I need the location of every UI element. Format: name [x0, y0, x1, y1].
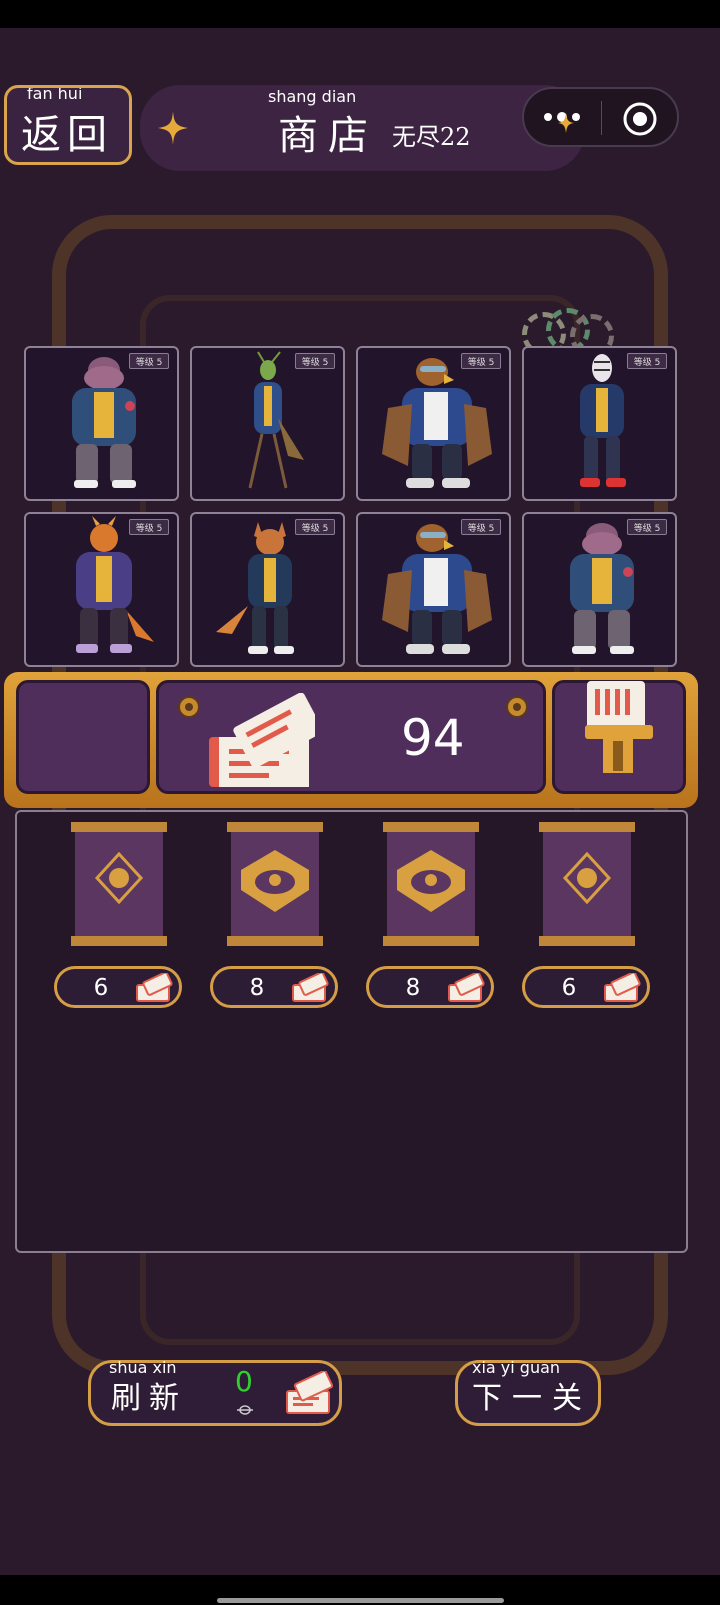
card-pack-icon — [383, 822, 479, 946]
endless-level-label: 无尽22 — [392, 123, 471, 151]
dragon-character-icon — [76, 516, 154, 653]
collection-grid: 等级 5 等级 5 等级 5 等级 5 等级 5 等级 5 等级 5 等级 5 — [24, 346, 684, 668]
shop-panel: 6 8 8 6 — [15, 810, 688, 1253]
fox-character-icon — [216, 522, 294, 654]
eagle-character-icon — [382, 358, 492, 488]
next-level-button[interactable]: xia yi guan 下一关 — [455, 1358, 601, 1426]
character-card[interactable]: 等级 5 — [356, 346, 511, 501]
empty-slot[interactable] — [16, 680, 150, 794]
currency-bar: 94 — [4, 672, 698, 808]
pack-price: 8 — [249, 975, 265, 1001]
card-pack-icon — [539, 822, 635, 946]
back-pinyin: fan hui — [27, 85, 83, 103]
rivet-icon — [506, 696, 528, 718]
close-target-icon[interactable] — [622, 101, 658, 137]
mantis-character-icon — [248, 351, 304, 489]
character-card[interactable]: 等级 5 — [522, 512, 677, 667]
next-level-label: 下一关 — [472, 1381, 592, 1416]
home-indicator[interactable] — [217, 1598, 504, 1603]
card-pack[interactable] — [227, 822, 323, 950]
refresh-button[interactable]: shua xin 刷新 0 — [88, 1358, 342, 1426]
pack-price: 6 — [561, 975, 577, 1001]
character-card[interactable]: 等级 5 — [190, 346, 345, 501]
ticket-icon — [136, 973, 173, 1002]
character-card[interactable]: 等级 5 — [190, 512, 345, 667]
pack-price: 8 — [405, 975, 421, 1001]
card-pack[interactable] — [383, 822, 479, 950]
ticket-count: 94 — [401, 709, 465, 767]
ticket-icon — [292, 973, 329, 1002]
card-pack[interactable] — [539, 822, 635, 950]
ticket-balance-panel: 94 — [156, 680, 546, 794]
pack-price-button[interactable]: 8 — [210, 966, 338, 1008]
hippo-character-icon — [570, 523, 634, 654]
pack-price-button[interactable]: 6 — [522, 966, 650, 1008]
character-card[interactable]: 等级 5 — [24, 512, 179, 667]
status-bar — [0, 0, 720, 28]
hippo-character-icon — [72, 357, 136, 488]
card-pack-icon — [227, 822, 323, 946]
capsule-divider — [601, 101, 602, 135]
pack-price: 6 — [93, 975, 109, 1001]
ticket-icon — [286, 1371, 333, 1414]
character-card[interactable]: 等级 5 — [356, 512, 511, 667]
shop-title: 商店 — [278, 113, 378, 159]
zebra-character-icon — [580, 354, 626, 487]
card-pack[interactable] — [71, 822, 167, 950]
character-card[interactable]: 等级 5 — [522, 346, 677, 501]
pack-price-button[interactable]: 8 — [366, 966, 494, 1008]
pack-price-button[interactable]: 6 — [54, 966, 182, 1008]
miniprogram-capsule — [522, 87, 679, 147]
card-pack-icon — [71, 822, 167, 946]
shop-title-bar: shang dian 商店 无尽22 — [140, 85, 585, 171]
ticket-icon — [209, 693, 315, 787]
refresh-label: 刷新 — [111, 1381, 187, 1416]
character-card[interactable]: 等级 5 — [24, 346, 179, 501]
more-menu-icon[interactable] — [542, 103, 586, 133]
eagle-character-icon — [382, 524, 492, 654]
back-button[interactable]: fan hui 返回 — [4, 85, 132, 165]
ticket-icon — [448, 973, 485, 1002]
ticket-icon — [604, 973, 641, 1002]
refresh-cost: 0 — [235, 1365, 253, 1398]
ticket-cutter-icon — [585, 681, 653, 773]
strikethrough-zero-icon — [237, 1405, 253, 1415]
sparkle-icon — [158, 111, 188, 145]
back-label: 返回 — [21, 112, 113, 158]
sell-slot[interactable] — [552, 680, 686, 794]
rivet-icon — [178, 696, 200, 718]
